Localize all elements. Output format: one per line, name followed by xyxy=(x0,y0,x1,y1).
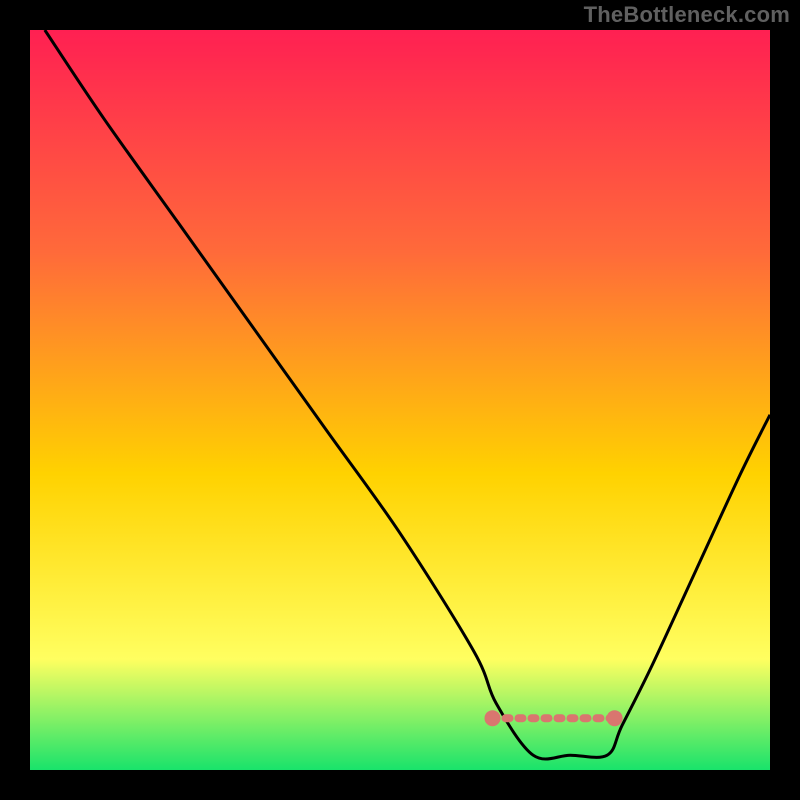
chart-frame: TheBottleneck.com xyxy=(0,0,800,800)
gradient-background xyxy=(30,30,770,770)
plot-svg xyxy=(30,30,770,770)
plot-area xyxy=(30,30,770,770)
optimal-range-start-dot xyxy=(485,710,501,726)
optimal-range-end-dot xyxy=(607,710,623,726)
watermark-text: TheBottleneck.com xyxy=(584,2,790,28)
